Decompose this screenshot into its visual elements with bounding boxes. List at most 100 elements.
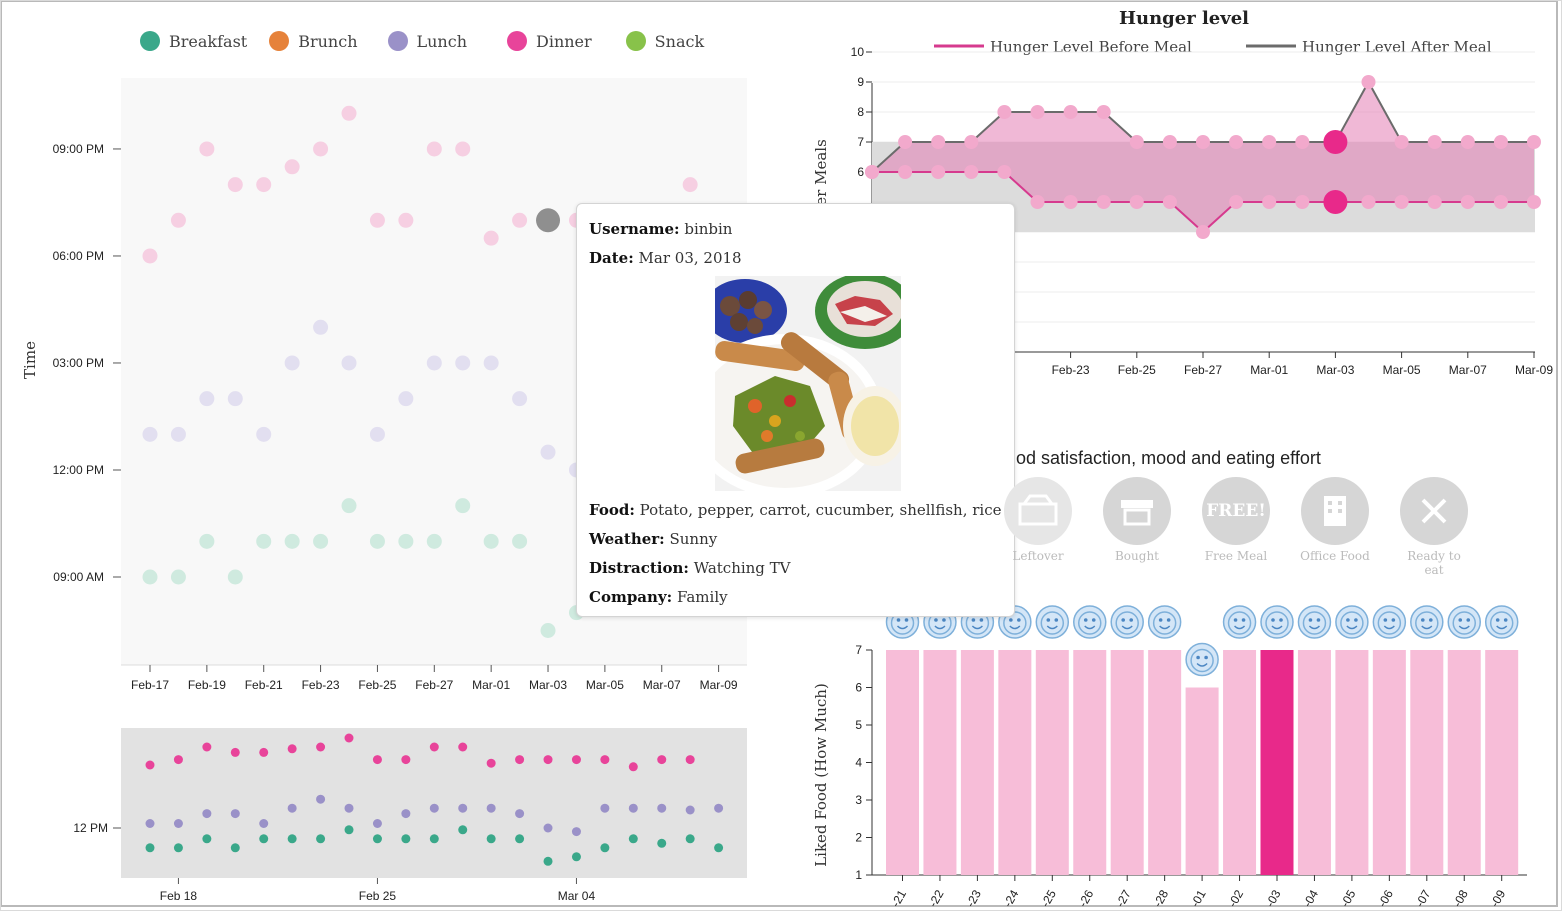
overview-point-breakfast[interactable]	[458, 825, 468, 835]
liked-bar[interactable]	[1148, 650, 1182, 875]
scatter-point-dinner[interactable]	[199, 141, 215, 157]
scatter-point-breakfast[interactable]	[398, 533, 414, 549]
overview-point-lunch[interactable]	[230, 809, 240, 819]
hunger-before-point[interactable]	[997, 165, 1012, 179]
scatter-point-dinner[interactable]	[512, 212, 528, 228]
overview-point-breakfast[interactable]	[657, 838, 667, 848]
hunger-before-point[interactable]	[1527, 195, 1541, 209]
overview-point-breakfast[interactable]	[259, 834, 269, 844]
hunger-after-point[interactable]	[1262, 135, 1277, 149]
overview-point-lunch[interactable]	[657, 803, 667, 813]
overview-point-lunch[interactable]	[458, 803, 468, 813]
overview-point-breakfast[interactable]	[401, 834, 411, 844]
scatter-point-dinner[interactable]	[369, 212, 385, 228]
hunger-before-point[interactable]	[865, 165, 879, 179]
hunger-before-point[interactable]	[1063, 195, 1078, 209]
scatter-point-lunch[interactable]	[398, 391, 414, 407]
scatter-point-lunch[interactable]	[199, 391, 215, 407]
scatter-point-breakfast[interactable]	[455, 498, 471, 514]
overview-point-breakfast[interactable]	[571, 852, 581, 862]
liked-bar[interactable]	[1410, 650, 1444, 875]
scatter-point-dinner[interactable]	[256, 177, 272, 193]
overview-point-lunch[interactable]	[571, 827, 581, 837]
scatter-point-dinner[interactable]	[170, 212, 186, 228]
hunger-before-point[interactable]	[1196, 225, 1210, 239]
scatter-point-breakfast[interactable]	[199, 533, 215, 549]
scatter-point-lunch[interactable]	[142, 426, 158, 442]
scatter-point-dinner[interactable]	[682, 177, 698, 193]
hunger-before-point[interactable]	[1394, 195, 1409, 209]
overview-point-lunch[interactable]	[401, 809, 411, 819]
liked-bar[interactable]	[998, 650, 1032, 875]
hunger-after-point[interactable]	[1427, 135, 1442, 149]
overview-point-breakfast[interactable]	[515, 834, 525, 844]
hunger-after-point[interactable]	[1493, 135, 1508, 149]
liked-bar[interactable]	[1260, 650, 1294, 875]
overview-point-dinner[interactable]	[230, 747, 240, 757]
overview-point-dinner[interactable]	[202, 742, 212, 752]
overview-point-dinner[interactable]	[515, 755, 525, 765]
scatter-point-lunch[interactable]	[426, 355, 442, 371]
effort-option-free-meal[interactable]: FREE! Free Meal	[1198, 477, 1274, 563]
liked-bar[interactable]	[1297, 650, 1331, 875]
hunger-after-point[interactable]	[1323, 130, 1348, 154]
hunger-before-point[interactable]	[1493, 195, 1508, 209]
overview-point-dinner[interactable]	[401, 755, 411, 765]
liked-bar[interactable]	[1372, 650, 1406, 875]
scatter-point-dinner[interactable]	[341, 105, 357, 121]
liked-bar[interactable]	[1223, 650, 1257, 875]
scatter-point-breakfast[interactable]	[284, 533, 300, 549]
scatter-point-lunch[interactable]	[483, 355, 499, 371]
overview-point-dinner[interactable]	[600, 755, 610, 765]
hunger-after-point[interactable]	[1527, 135, 1541, 149]
overview-point-breakfast[interactable]	[316, 834, 326, 844]
overview-point-lunch[interactable]	[316, 794, 326, 804]
scatter-point-breakfast[interactable]	[142, 569, 158, 585]
overview-point-lunch[interactable]	[685, 805, 695, 815]
hunger-after-point[interactable]	[1196, 135, 1210, 149]
hunger-after-point[interactable]	[1229, 135, 1244, 149]
hunger-after-point[interactable]	[1063, 105, 1078, 119]
scatter-point-breakfast[interactable]	[540, 623, 556, 639]
hunger-after-point[interactable]	[1030, 105, 1045, 119]
overview-point-lunch[interactable]	[202, 809, 212, 819]
hunger-after-point[interactable]	[1361, 75, 1376, 89]
overview-point-breakfast[interactable]	[628, 834, 638, 844]
hunger-before-point[interactable]	[1030, 195, 1045, 209]
overview-point-lunch[interactable]	[372, 819, 382, 828]
overview-point-breakfast[interactable]	[486, 834, 496, 844]
scatter-point-breakfast[interactable]	[426, 533, 442, 549]
effort-option-ready-to-eat[interactable]: Ready to eat	[1396, 477, 1472, 577]
overview-point-dinner[interactable]	[173, 755, 183, 765]
scatter-point-lunch[interactable]	[313, 319, 329, 335]
hunger-after-point[interactable]	[898, 135, 913, 149]
overview-point-dinner[interactable]	[316, 742, 326, 752]
hunger-before-point[interactable]	[931, 165, 946, 179]
scatter-point-lunch[interactable]	[540, 444, 556, 460]
overview-point-lunch[interactable]	[600, 803, 610, 813]
scatter-point-breakfast[interactable]	[512, 533, 528, 549]
scatter-point-breakfast[interactable]	[483, 533, 499, 549]
hunger-after-point[interactable]	[1460, 135, 1475, 149]
hunger-before-point[interactable]	[898, 165, 913, 179]
scatter-point-dinner[interactable]	[398, 212, 414, 228]
effort-option-office-food[interactable]: Office Food	[1297, 477, 1373, 563]
hunger-after-point[interactable]	[1129, 135, 1144, 149]
scatter-point-breakfast[interactable]	[341, 498, 357, 514]
hunger-after-point[interactable]	[931, 135, 946, 149]
overview-point-dinner[interactable]	[571, 755, 581, 765]
overview-point-dinner[interactable]	[685, 755, 695, 765]
overview-point-dinner[interactable]	[458, 742, 468, 752]
overview-point-dinner[interactable]	[287, 744, 297, 754]
hunger-before-point[interactable]	[1427, 195, 1442, 209]
overview-point-breakfast[interactable]	[600, 843, 610, 853]
overview-point-dinner[interactable]	[372, 755, 382, 765]
overview-point-lunch[interactable]	[259, 819, 269, 828]
scatter-point-dinner[interactable]	[284, 159, 300, 175]
overview-point-breakfast[interactable]	[372, 834, 382, 844]
overview-point-breakfast[interactable]	[429, 834, 439, 844]
hunger-before-point[interactable]	[1129, 195, 1144, 209]
scatter-point-lunch[interactable]	[455, 355, 471, 371]
scatter-point-lunch[interactable]	[512, 391, 528, 407]
overview-point-dinner[interactable]	[486, 758, 496, 768]
